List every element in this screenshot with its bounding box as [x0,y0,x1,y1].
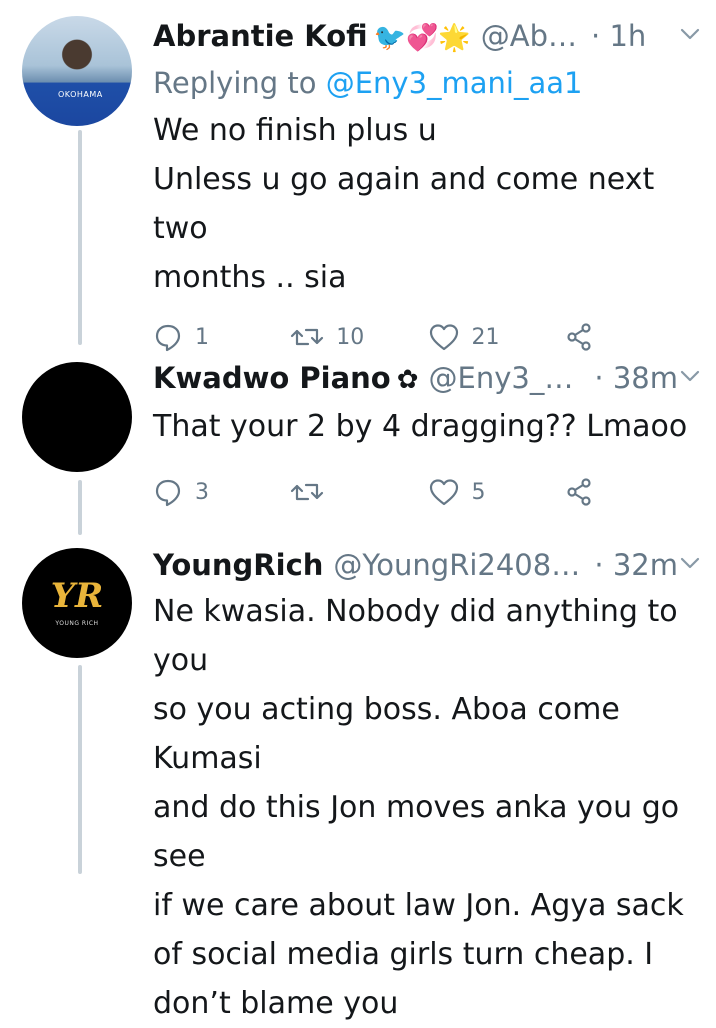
mention-link[interactable]: @Eny3_mani_aa1 [326,66,583,100]
reply-icon [153,322,183,352]
tweet-text-line: don’t blame you [153,986,399,1021]
heart-icon [428,322,460,352]
avatar[interactable]: YR YOUNG RICH [22,548,132,658]
chevron-down-icon[interactable] [678,22,702,52]
tweet[interactable]: YoungRich @YoungRi24089… · 32m Ne kwasia… [153,543,702,1028]
reply-button[interactable]: 1 [153,322,290,352]
tweet-text-line: That your 2 by 4 dragging?? Lmaoo [153,409,688,444]
tweet-header: Kwadwo Piano ✿ @Eny3_m… · 38m [153,356,702,402]
tweet-text-line: of social media girls turn cheap. I [153,937,654,972]
avatar-logo-mark: YR [50,576,104,616]
user-handle[interactable]: @Eny3_m… [429,356,581,400]
tweet-header: Abrantie Kofi 🐦💞🌟 @Ab… · 1h [153,14,702,60]
tweet-header: YoungRich @YoungRi24089… · 32m [153,543,702,587]
tweet[interactable]: Kwadwo Piano ✿ @Eny3_m… · 38m That your … [153,356,702,517]
tweet-text-line: months .. sia [153,260,347,295]
tweet-text-line: We no finish plus u [153,113,437,148]
display-name[interactable]: YoungRich [153,543,323,587]
tweet-text: We no finish plus u Unless u go again an… [153,106,702,302]
retweet-button[interactable]: 10 [290,322,427,352]
tweet-text-line: and do this Jon moves anka you go see [153,790,680,874]
thread-line [78,480,82,535]
name-emoji: 🐦💞🌟 [373,23,471,53]
thread-line [78,665,82,874]
tweet-text-line: Unless u go again and come next two [153,162,655,246]
timestamp[interactable]: · 38m [594,356,678,400]
tweet[interactable]: Abrantie Kofi 🐦💞🌟 @Ab… · 1h Replying to … [153,14,702,362]
reply-icon [153,477,183,507]
chevron-down-icon[interactable] [678,364,702,394]
share-icon [565,477,595,507]
timestamp[interactable]: · 1h [591,14,646,58]
replying-prefix: Replying to [153,66,317,100]
avatar[interactable]: OKOHAMA [22,16,132,126]
display-name[interactable]: Kwadwo Piano [153,356,391,400]
reply-count: 3 [195,479,209,505]
user-handle[interactable]: @Ab… [481,14,577,58]
avatar-logo-caption: YOUNG RICH [55,620,99,627]
tweet-actions: 3 5 [153,467,702,517]
retweet-icon [290,322,324,352]
like-button[interactable]: 5 [428,477,565,507]
thread-line [78,130,82,345]
share-button[interactable] [565,322,702,352]
timestamp[interactable]: · 32m [594,543,678,587]
name-emoji: ✿ [396,365,419,395]
retweet-button[interactable] [290,477,427,507]
like-count: 21 [471,324,500,350]
reply-count: 1 [195,324,209,350]
tweet-text-line: Ne kwasia. Nobody did anything to you [153,594,678,678]
chevron-down-icon[interactable] [678,551,702,581]
like-button[interactable]: 21 [428,322,565,352]
tweet-text-line: so you acting boss. Aboa come Kumasi [153,692,620,776]
heart-icon [428,477,460,507]
avatar-shirt-text: OKOHAMA [58,90,103,99]
retweet-icon [290,477,324,507]
user-handle[interactable]: @YoungRi24089… [333,543,580,587]
display-name[interactable]: Abrantie Kofi [153,14,368,58]
share-button[interactable] [565,477,702,507]
replying-to: Replying to @Eny3_mani_aa1 [153,60,702,106]
retweet-count: 10 [336,324,365,350]
like-count: 5 [471,479,486,505]
tweet-text: Ne kwasia. Nobody did anything to you so… [153,587,702,1028]
tweet-text: That your 2 by 4 dragging?? Lmaoo [153,402,702,451]
tweet-actions: 1 10 21 [153,312,702,362]
reply-button[interactable]: 3 [153,477,290,507]
share-icon [565,322,595,352]
avatar[interactable] [22,362,132,472]
tweet-text-line: if we care about law Jon. Agya sack [153,888,684,923]
